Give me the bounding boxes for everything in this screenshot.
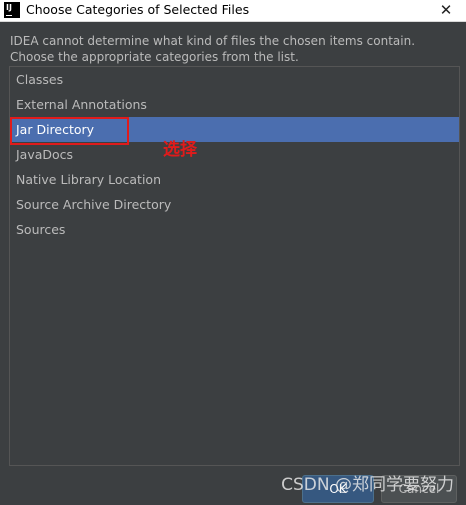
dialog-message: IDEA cannot determine what kind of files…: [10, 33, 415, 65]
annotation-label: 选择: [163, 140, 197, 160]
title-bar[interactable]: IJ Choose Categories of Selected Files ✕: [0, 0, 466, 22]
intellij-app-icon: IJ: [4, 2, 20, 18]
ok-button[interactable]: OK: [302, 475, 374, 503]
categories-list[interactable]: Classes External Annotations Jar Directo…: [9, 66, 460, 466]
close-icon[interactable]: ✕: [436, 1, 456, 19]
list-item-external-annotations[interactable]: External Annotations: [10, 92, 459, 117]
list-item-source-archive-directory[interactable]: Source Archive Directory: [10, 192, 459, 217]
choose-categories-dialog: IJ Choose Categories of Selected Files ✕…: [0, 0, 466, 505]
list-item-sources[interactable]: Sources: [10, 217, 459, 242]
list-item-classes[interactable]: Classes: [10, 67, 459, 92]
window-title: Choose Categories of Selected Files: [26, 2, 250, 17]
cancel-button[interactable]: Cancel: [381, 475, 457, 503]
list-item-javadocs[interactable]: JavaDocs: [10, 142, 459, 167]
list-item-jar-directory[interactable]: Jar Directory: [10, 117, 459, 142]
list-item-native-library-location[interactable]: Native Library Location: [10, 167, 459, 192]
message-line-2: Choose the appropriate categories from t…: [10, 50, 299, 64]
message-line-1: IDEA cannot determine what kind of files…: [10, 34, 416, 48]
